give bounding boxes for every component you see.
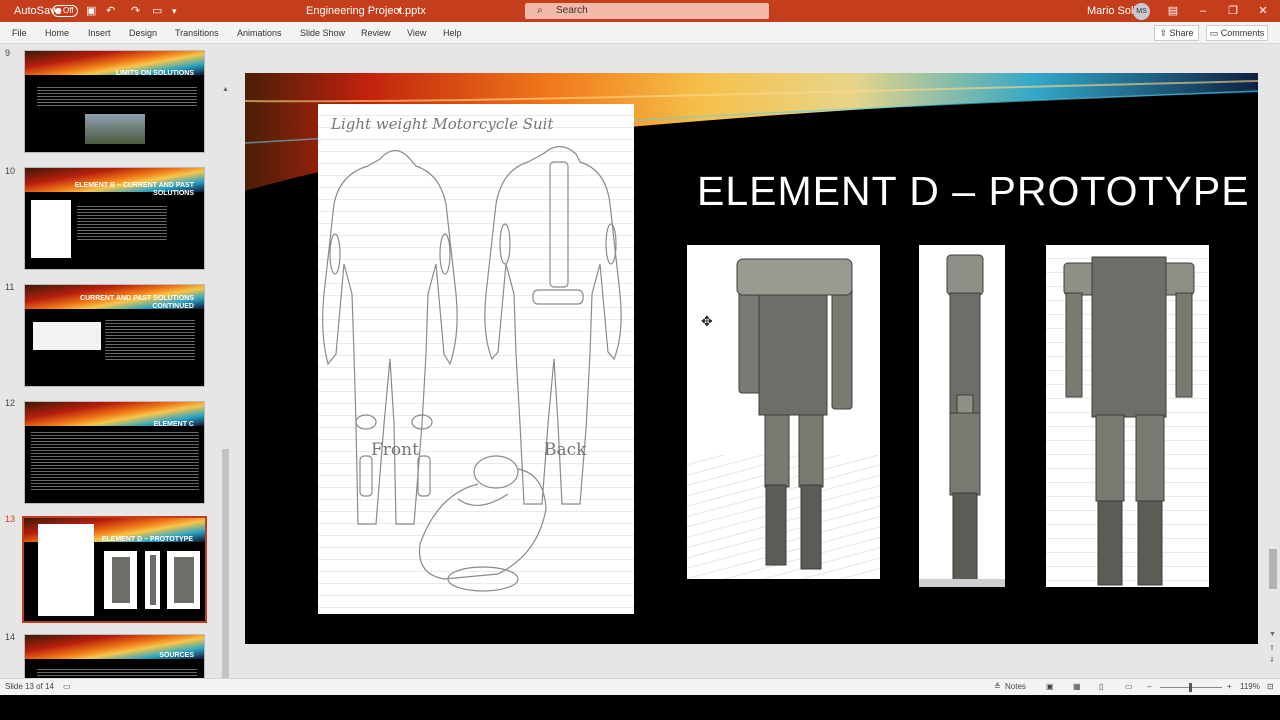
thumb-number: 14	[5, 632, 16, 642]
slide-title[interactable]: ELEMENT D – PROTOTYPE	[697, 168, 1249, 215]
notes-button[interactable]: Notes	[1005, 679, 1026, 695]
thumb-photo	[85, 114, 145, 144]
customize-toolbar-icon[interactable]: ▾	[172, 0, 177, 22]
thumb-sketch	[31, 200, 71, 258]
slide-scrollbar[interactable]: ▼ ⇑ ⇓	[1268, 44, 1280, 678]
thumb-title: ELEMENT D – PROTOTYPE	[101, 536, 193, 543]
close-icon[interactable]: ✕	[1248, 0, 1278, 22]
tab-insert[interactable]: Insert	[88, 22, 111, 44]
tab-design[interactable]: Design	[129, 22, 157, 44]
slide-thumbnail-13[interactable]: ELEMENT D – PROTOTYPE	[22, 516, 207, 623]
thumb-number: 11	[5, 282, 15, 292]
accessibility-icon[interactable]: ▭	[63, 679, 71, 695]
autosave-toggle[interactable]: Off	[52, 5, 78, 17]
thumb-prototype-front	[104, 551, 137, 609]
redo-icon[interactable]: ↷	[131, 0, 140, 22]
slide-thumbnail-14[interactable]: SOURCES	[24, 634, 205, 678]
restore-icon[interactable]: ❐	[1218, 0, 1248, 22]
save-icon[interactable]: ▣	[86, 0, 96, 22]
ribbon-display-icon[interactable]: ▤	[1158, 0, 1188, 22]
search-icon: ⌕	[537, 5, 543, 16]
zoom-level[interactable]: 119%	[1240, 679, 1260, 695]
share-icon: ⇪	[1159, 28, 1170, 38]
tab-transitions[interactable]: Transitions	[175, 22, 219, 44]
minimize-icon[interactable]: –	[1188, 0, 1218, 22]
thumb-number: 13	[5, 514, 16, 524]
thumb-title: CURRENT AND PAST SOLUTIONS CONTINUED	[80, 295, 194, 310]
scrollbar-thumb[interactable]	[1269, 549, 1277, 589]
tab-animations[interactable]: Animations	[237, 22, 282, 44]
scroll-down-icon[interactable]: ▼	[1269, 631, 1276, 638]
reading-view-icon[interactable]: ▯	[1099, 679, 1103, 695]
thumbnails-scrollbar[interactable]: ▲ ▼	[221, 86, 231, 678]
thumb-number: 10	[5, 166, 16, 176]
avatar[interactable]: MS	[1133, 3, 1150, 20]
thumb-sketch	[33, 322, 101, 350]
prototype-back-model	[1063, 256, 1195, 586]
file-name[interactable]: Engineering Project.pptx	[306, 0, 426, 22]
prototype-side-model	[919, 254, 1005, 587]
slide-sorter-icon[interactable]: ▦	[1073, 679, 1081, 695]
tab-home[interactable]: Home	[45, 22, 69, 44]
thumb-sketch	[38, 524, 94, 616]
present-icon[interactable]: ▭	[152, 0, 162, 22]
zoom-in-icon[interactable]: +	[1227, 679, 1232, 695]
search-placeholder: Search	[556, 5, 588, 16]
screen-bottom-edge	[0, 695, 1280, 720]
comments-label: Comments	[1220, 28, 1265, 38]
undo-icon[interactable]: ↶	[106, 0, 115, 22]
powerpoint-window: AutoSave Off ▣ ↶ ↷ ▭ ▾ Engineering Proje…	[0, 0, 1280, 720]
chevron-down-icon[interactable]: ▾	[397, 0, 401, 22]
normal-view-icon[interactable]: ▣	[1046, 679, 1054, 695]
thumb-title: SOURCES	[159, 652, 194, 659]
status-bar: Slide 13 of 14 ▭ ≜ Notes ▣ ▦ ▯ ▭ – + 119…	[0, 678, 1280, 695]
tab-file[interactable]: File	[12, 22, 27, 44]
zoom-out-icon[interactable]: –	[1147, 679, 1151, 695]
tab-review[interactable]: Review	[361, 22, 391, 44]
prototype-side-image[interactable]	[919, 245, 1005, 587]
slide-thumbnail-10[interactable]: ELEMENT B – CURRENT AND PAST SOLUTIONS	[24, 167, 205, 270]
thumb-prototype-back	[167, 551, 200, 609]
search-box[interactable]: ⌕ Search	[525, 3, 769, 19]
comments-button[interactable]: ▭ Comments	[1206, 25, 1268, 41]
previous-slide-icon[interactable]: ⇑	[1269, 644, 1275, 652]
slide-thumbnails-pane: 9 LIMITS ON SOLUTIONS 10 ELEMENT B – CUR…	[0, 44, 232, 678]
thumb-number: 12	[5, 398, 16, 408]
tab-view[interactable]: View	[407, 22, 426, 44]
suit-sketch-drawing	[322, 145, 622, 592]
thumb-title: ELEMENT C	[153, 421, 194, 428]
notes-icon[interactable]: ≜	[994, 679, 1001, 695]
ribbon-tabs: File Home Insert Design Transitions Anim…	[0, 22, 1280, 44]
fit-to-window-icon[interactable]: ⊡	[1267, 679, 1274, 695]
scrollbar-thumb[interactable]	[222, 449, 229, 678]
slide-thumbnail-11[interactable]: CURRENT AND PAST SOLUTIONS CONTINUED	[24, 284, 205, 387]
slide-indicator: Slide 13 of 14	[5, 682, 54, 691]
move-cursor-icon: ✥	[701, 313, 713, 329]
tab-slide-show[interactable]: Slide Show	[300, 22, 345, 44]
slide-show-icon[interactable]: ▭	[1125, 679, 1133, 695]
sketch-front-label: Front	[371, 440, 419, 460]
share-button[interactable]: ⇪ Share	[1154, 25, 1199, 41]
current-slide[interactable]: Light weight Motorcycle Suit Front Back …	[245, 73, 1258, 644]
tab-help[interactable]: Help	[443, 22, 462, 44]
thumb-prototype-side	[145, 551, 160, 609]
thumb-number: 9	[5, 48, 11, 58]
suit-sketch-image[interactable]: Light weight Motorcycle Suit Front Back	[318, 104, 634, 614]
slide-thumbnail-9[interactable]: LIMITS ON SOLUTIONS	[24, 50, 205, 153]
thumb-title: ELEMENT B – CURRENT AND PAST SOLUTIONS	[74, 182, 194, 197]
prototype-iso-image[interactable]	[687, 245, 880, 579]
zoom-slider-thumb[interactable]	[1189, 683, 1192, 692]
sketch-back-label: Back	[544, 440, 587, 460]
next-slide-icon[interactable]: ⇓	[1269, 656, 1275, 664]
comment-icon: ▭	[1209, 28, 1221, 38]
slide-thumbnail-12[interactable]: ELEMENT C	[24, 401, 205, 504]
scroll-up-icon[interactable]: ▲	[222, 86, 229, 93]
share-label: Share	[1169, 28, 1194, 38]
prototype-back-image[interactable]	[1046, 245, 1209, 587]
title-bar: AutoSave Off ▣ ↶ ↷ ▭ ▾ Engineering Proje…	[0, 0, 1280, 22]
thumb-title: LIMITS ON SOLUTIONS	[115, 70, 194, 77]
prototype-iso-model	[736, 258, 853, 570]
